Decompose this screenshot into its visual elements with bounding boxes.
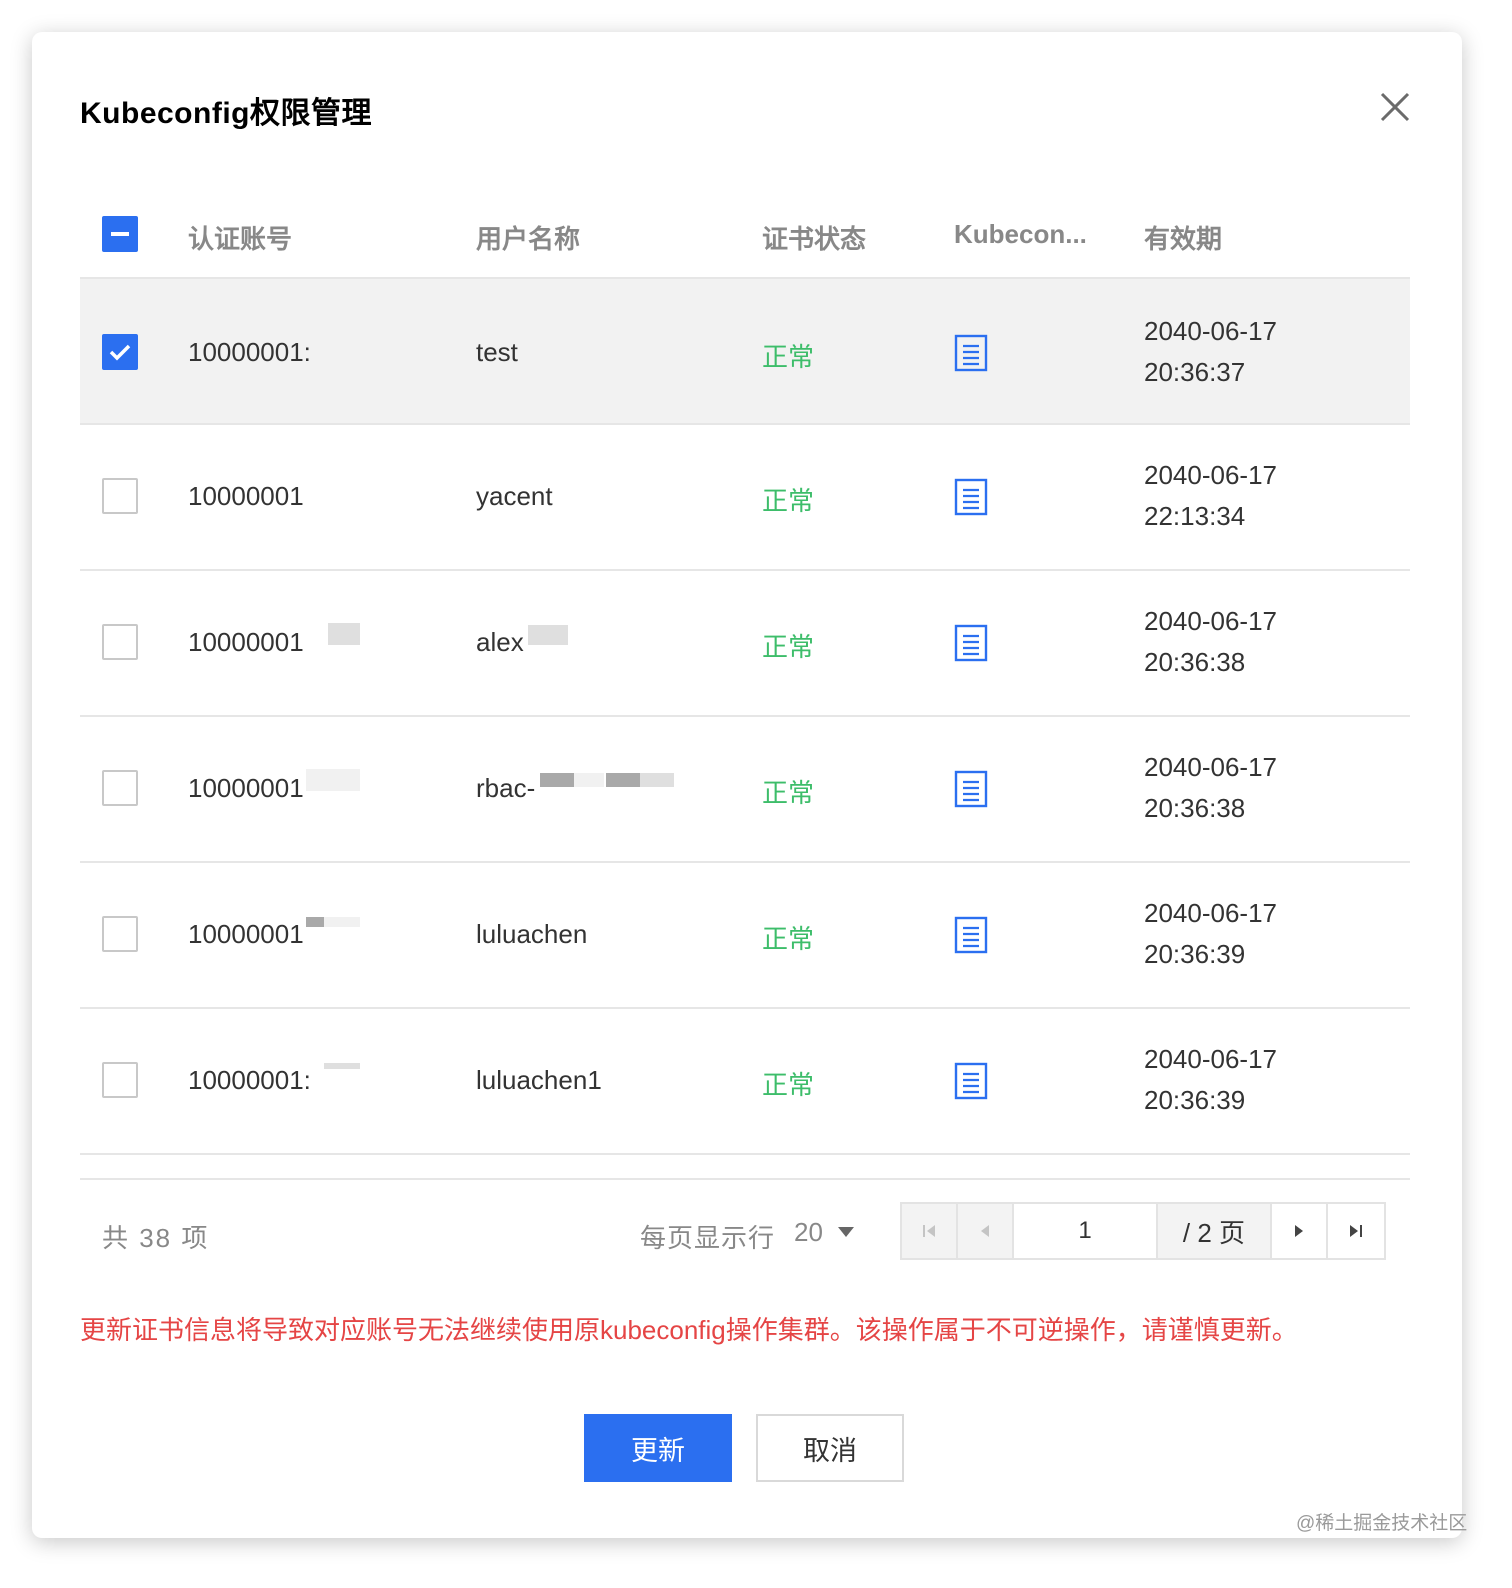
expiry-time: 20:36:39 <box>1144 939 1246 969</box>
update-button[interactable]: 更新 <box>584 1414 732 1482</box>
pagination: / 2 页 <box>900 1202 1386 1260</box>
table-row[interactable]: 10000001 alex 正常 2040-06-17 20:36:38 <box>80 571 1410 717</box>
page-size-label: 每页显示行 <box>640 1223 776 1253</box>
account-cell: 10000001: <box>188 1065 311 1095</box>
redacted-block <box>324 1063 360 1069</box>
document-icon[interactable] <box>954 624 988 662</box>
table-row[interactable]: 10000001: test 正常 2040-06-17 20:36:37 <box>80 279 1410 425</box>
next-page-icon <box>1295 1225 1303 1237</box>
status-cell: 正常 <box>762 632 815 662</box>
row-checkbox[interactable] <box>102 624 138 660</box>
row-checkbox[interactable] <box>102 770 138 806</box>
row-checkbox[interactable] <box>102 916 138 952</box>
account-cell: 10000001 <box>188 919 304 949</box>
expiry-cell: 2040-06-17 20:36:38 <box>1144 747 1277 829</box>
expiry-cell: 2040-06-17 20:36:38 <box>1144 601 1277 683</box>
row-checkbox[interactable] <box>102 334 138 370</box>
redacted-block <box>528 625 568 645</box>
select-all-checkbox[interactable] <box>102 216 138 252</box>
caret-down-icon <box>837 1227 854 1237</box>
expiry-date: 2040-06-17 <box>1144 606 1277 636</box>
document-icon[interactable] <box>954 770 988 808</box>
expiry-time: 20:36:38 <box>1144 793 1246 823</box>
document-icon[interactable] <box>954 1062 988 1100</box>
watermark: @稀土掘金技术社区 <box>1296 1513 1468 1534</box>
expiry-cell: 2040-06-17 20:36:39 <box>1144 893 1277 975</box>
expiry-time: 22:13:34 <box>1144 501 1246 531</box>
row-checkbox[interactable] <box>102 1062 138 1098</box>
expiry-cell: 2040-06-17 20:36:37 <box>1144 311 1277 393</box>
status-cell: 正常 <box>762 342 815 372</box>
row-checkbox[interactable] <box>102 478 138 514</box>
table-row[interactable]: 10000001 rbac- 正常 2040-06-17 20:36:38 <box>80 717 1410 863</box>
table-header: 认证账号 用户名称 证书状态 Kubecon... 有效期 <box>80 197 1410 279</box>
last-page-icon <box>1350 1225 1362 1237</box>
status-cell: 正常 <box>762 778 815 808</box>
username-cell: test <box>476 337 518 367</box>
table-row[interactable]: 10000001: luluachen1 正常 2040-06-17 20:36… <box>80 1009 1410 1155</box>
page-size-select[interactable]: 20 <box>794 1212 855 1252</box>
document-icon[interactable] <box>954 478 988 516</box>
status-cell: 正常 <box>762 1070 815 1100</box>
table-row[interactable]: 10000001 luluachen 正常 2040-06-17 20:36:3… <box>80 863 1410 1009</box>
redacted-block <box>328 623 360 645</box>
close-icon[interactable] <box>1376 88 1414 126</box>
account-cell: 10000001: <box>188 337 311 367</box>
total-count: 共 38 项 <box>102 1223 210 1253</box>
dialog-title: Kubeconfig权限管理 <box>80 97 372 130</box>
redacted-block <box>540 773 574 787</box>
expiry-time: 20:36:37 <box>1144 357 1246 387</box>
expiry-time: 20:36:39 <box>1144 1085 1246 1115</box>
last-page-button[interactable] <box>1328 1204 1384 1258</box>
first-page-icon <box>923 1225 935 1237</box>
expiry-time: 20:36:38 <box>1144 647 1246 677</box>
username-cell: rbac- <box>476 773 536 803</box>
first-page-button[interactable] <box>902 1204 958 1258</box>
redacted-block <box>324 917 360 927</box>
page-size-value: 20 <box>794 1216 823 1247</box>
header-expiry: 有效期 <box>1144 224 1223 254</box>
redacted-block <box>306 769 360 791</box>
redacted-block <box>306 917 324 927</box>
account-cell: 10000001 <box>188 773 304 803</box>
expiry-date: 2040-06-17 <box>1144 460 1277 490</box>
warning-message: 更新证书信息将导致对应账号无法继续使用原kubeconfig操作集群。该操作属于… <box>80 1315 1298 1345</box>
status-cell: 正常 <box>762 924 815 954</box>
expiry-date: 2040-06-17 <box>1144 1044 1277 1074</box>
header-kubeconfig: Kubecon... <box>954 219 1087 249</box>
table-row[interactable]: 10000001 yacent 正常 2040-06-17 22:13:34 <box>80 425 1410 571</box>
header-cert-status: 证书状态 <box>762 224 867 254</box>
redacted-block <box>606 773 640 787</box>
status-cell: 正常 <box>762 486 815 516</box>
account-cell: 10000001 <box>188 627 304 657</box>
header-username: 用户名称 <box>476 224 581 254</box>
document-icon[interactable] <box>954 916 988 954</box>
next-page-button[interactable] <box>1272 1204 1328 1258</box>
header-account: 认证账号 <box>188 224 293 254</box>
prev-page-button[interactable] <box>958 1204 1014 1258</box>
cancel-button[interactable]: 取消 <box>756 1414 904 1482</box>
redacted-block <box>640 773 674 787</box>
account-table: 认证账号 用户名称 证书状态 Kubecon... 有效期 10000001: … <box>80 197 1410 1155</box>
kubeconfig-permission-dialog: Kubeconfig权限管理 认证账号 用户名称 证书状态 Kubecon...… <box>32 32 1462 1538</box>
redacted-block <box>574 773 604 787</box>
expiry-date: 2040-06-17 <box>1144 316 1277 346</box>
document-icon[interactable] <box>954 334 988 372</box>
username-cell: luluachen1 <box>476 1065 602 1095</box>
prev-page-icon <box>981 1225 989 1237</box>
username-cell: yacent <box>476 481 553 511</box>
total-pages: / 2 页 <box>1158 1204 1272 1258</box>
expiry-cell: 2040-06-17 20:36:39 <box>1144 1039 1277 1121</box>
expiry-cell: 2040-06-17 22:13:34 <box>1144 455 1277 537</box>
expiry-date: 2040-06-17 <box>1144 898 1277 928</box>
page-number-input[interactable] <box>1014 1204 1158 1258</box>
account-cell: 10000001 <box>188 481 304 511</box>
username-cell: luluachen <box>476 919 588 949</box>
username-cell: alex <box>476 627 524 657</box>
footer-divider <box>80 1178 1410 1180</box>
expiry-date: 2040-06-17 <box>1144 752 1277 782</box>
